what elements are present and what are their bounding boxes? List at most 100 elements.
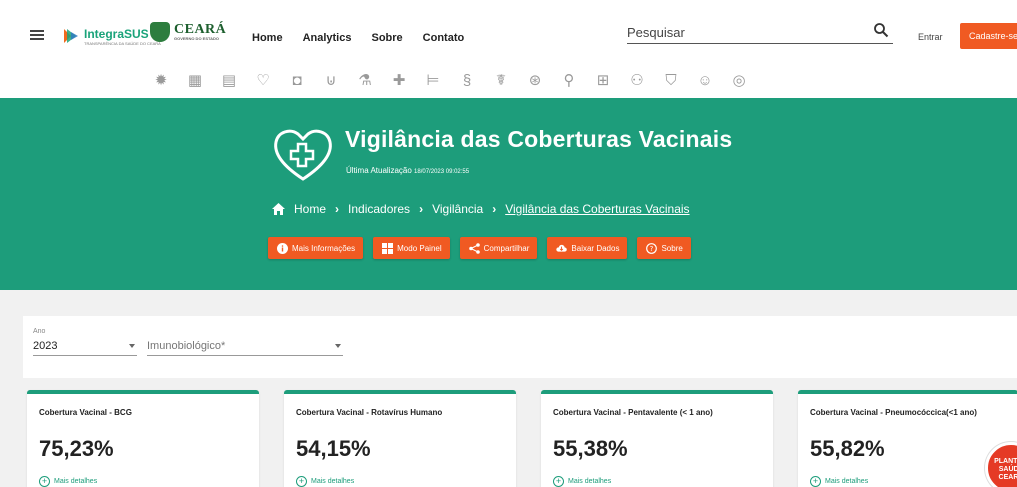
login-button[interactable]: Entrar: [918, 32, 943, 42]
heart-cross-icon: [274, 129, 332, 181]
plus-circle-icon: +: [553, 476, 564, 487]
plus-circle-icon: +: [810, 476, 821, 487]
download-data-label: Baixar Dados: [571, 243, 620, 253]
family-icon[interactable]: ⚇: [626, 69, 648, 91]
more-details-link[interactable]: + Mais detalhes: [39, 476, 97, 487]
coverage-card-bcg: Cobertura Vacinal - BCG 75,23% + Mais de…: [27, 390, 259, 487]
more-details-link[interactable]: + Mais detalhes: [296, 476, 354, 487]
search-person-icon[interactable]: ◎: [728, 69, 750, 91]
integrasus-name: IntegraSUS: [84, 27, 149, 41]
about-button[interactable]: ? Sobre: [637, 237, 691, 259]
panel-mode-label: Modo Painel: [397, 243, 442, 253]
last-update-value: 18/07/2023 09:02:55: [414, 169, 470, 175]
tooth-icon[interactable]: ⊍: [320, 69, 342, 91]
nav-home[interactable]: Home: [252, 32, 283, 44]
integrasus-logo[interactable]: IntegraSUS TRANSPARÊNCIA DA SAÚDE DO CEA…: [62, 24, 161, 48]
menu-icon[interactable]: [30, 30, 44, 40]
signup-button[interactable]: Cadastre-se: [960, 23, 1017, 49]
breadcrumb-home[interactable]: Home: [294, 202, 326, 216]
page-title: Vigilância das Coberturas Vacinais: [345, 126, 733, 152]
svg-text:?: ?: [650, 245, 654, 253]
card-value: 55,38%: [553, 436, 628, 461]
coverage-card-rotavirus: Cobertura Vacinal - Rotavírus Humano 54,…: [284, 390, 516, 487]
chevron-right-icon: ›: [492, 202, 497, 216]
pregnancy-icon[interactable]: §: [456, 69, 478, 91]
grid-icon: [382, 242, 394, 254]
integrasus-tagline: TRANSPARÊNCIA DA SAÚDE DO CEARÁ: [84, 41, 161, 46]
integrasus-mark-icon: [64, 29, 78, 43]
info-icon: [277, 242, 288, 254]
main-nav: Home Analytics Sobre Contato: [252, 32, 464, 44]
card-title: Cobertura Vacinal - Pentavalente (< 1 an…: [553, 408, 713, 417]
search-input[interactable]: Pesquisar: [627, 22, 893, 44]
year-select[interactable]: 2023: [33, 338, 137, 356]
breadcrumb-current[interactable]: Vigilância das Coberturas Vacinais: [505, 202, 689, 216]
microscope-icon[interactable]: ⚗: [354, 69, 376, 91]
chevron-right-icon: ›: [419, 202, 424, 216]
accessibility-icon[interactable]: ⊛: [524, 69, 546, 91]
document-search-icon[interactable]: ▤: [218, 69, 240, 91]
card-value: 54,15%: [296, 436, 371, 461]
more-details-label: Mais detalhes: [825, 478, 869, 485]
chevron-down-icon: [129, 344, 135, 348]
medical-cross-icon[interactable]: ✚: [388, 69, 410, 91]
immunobiological-select[interactable]: Imunobiológico*: [147, 338, 343, 356]
chevron-down-icon: [335, 344, 341, 348]
more-details-link[interactable]: + Mais detalhes: [553, 476, 611, 487]
brain-head-icon[interactable]: ☤: [490, 69, 512, 91]
ceara-logo[interactable]: CEARÁ GOVERNO DO ESTADO: [150, 22, 226, 42]
breadcrumb-indicadores[interactable]: Indicadores: [348, 202, 410, 216]
ceara-shield-icon: [150, 22, 170, 42]
plus-circle-icon: +: [296, 476, 307, 487]
cloud-download-icon: [556, 243, 568, 254]
hospital-bed-icon[interactable]: ⊨: [422, 69, 444, 91]
card-title: Cobertura Vacinal - Rotavírus Humano: [296, 408, 443, 417]
last-update-label: Última Atualização: [346, 166, 412, 175]
heart-hands-icon[interactable]: ♡: [252, 69, 274, 91]
card-title: Cobertura Vacinal - Pneumocóccica(<1 ano…: [810, 408, 977, 417]
nav-contato[interactable]: Contato: [423, 32, 465, 44]
home-icon[interactable]: [272, 203, 285, 215]
last-update: Última Atualização 18/07/2023 09:02:55: [346, 166, 469, 175]
ceara-tagline: GOVERNO DO ESTADO: [174, 36, 220, 41]
chevron-right-icon: ›: [335, 202, 340, 216]
more-details-link[interactable]: + Mais detalhes: [810, 476, 868, 487]
more-details-label: Mais detalhes: [54, 478, 98, 485]
download-data-button[interactable]: Baixar Dados: [547, 237, 628, 259]
about-label: Sobre: [661, 243, 683, 253]
share-button[interactable]: Compartilhar: [459, 237, 538, 259]
nav-sobre[interactable]: Sobre: [371, 32, 402, 44]
breadcrumb-vigilancia[interactable]: Vigilância: [432, 202, 483, 216]
card-value: 55,82%: [810, 436, 885, 461]
category-icon-bar: ✹ ▦ ▤ ♡ ◘ ⊍ ⚗ ✚ ⊨ § ☤ ⊛ ⚲ ⊞ ⚇ ⛉ ☺ ◎: [0, 62, 1017, 98]
card-value: 75,23%: [39, 436, 114, 461]
head-profile-icon[interactable]: ☺: [694, 69, 716, 91]
more-details-label: Mais detalhes: [311, 478, 355, 485]
hospital-icon[interactable]: ▦: [184, 69, 206, 91]
ribbon-icon[interactable]: ⚲: [558, 69, 580, 91]
top-navbar: IntegraSUS TRANSPARÊNCIA DA SAÚDE DO CEA…: [0, 0, 1017, 62]
coverage-card-pneumococcica: Cobertura Vacinal - Pneumocóccica(<1 ano…: [798, 390, 1017, 487]
virus-icon[interactable]: ✹: [150, 69, 172, 91]
panel-mode-button[interactable]: Modo Painel: [373, 237, 450, 259]
badge-icon[interactable]: ⛉: [660, 69, 682, 91]
breadcrumb: Home › Indicadores › Vigilância › Vigilâ…: [272, 202, 690, 216]
year-label: Ano: [33, 328, 46, 335]
year-value: 2023: [33, 340, 58, 352]
card-title: Cobertura Vacinal - BCG: [39, 408, 132, 417]
filters-panel: Ano 2023 Imunobiológico*: [23, 316, 1017, 378]
question-icon: ?: [646, 242, 658, 254]
hero-actions: Mais Informações Modo Painel Compartilha…: [268, 237, 691, 259]
plus-circle-icon: +: [39, 476, 50, 487]
money-icon[interactable]: ⊞: [592, 69, 614, 91]
camera-medical-icon[interactable]: ◘: [286, 69, 308, 91]
hero-banner: Vigilância das Coberturas Vacinais Últim…: [0, 98, 1017, 290]
search-icon[interactable]: [873, 22, 889, 38]
more-info-label: Mais Informações: [292, 243, 356, 253]
coverage-cards: Cobertura Vacinal - BCG 75,23% + Mais de…: [27, 390, 1017, 487]
immunobiological-placeholder: Imunobiológico*: [147, 340, 226, 352]
more-info-button[interactable]: Mais Informações: [268, 237, 364, 259]
more-details-label: Mais detalhes: [568, 478, 612, 485]
search-placeholder: Pesquisar: [627, 25, 685, 40]
nav-analytics[interactable]: Analytics: [303, 32, 352, 44]
